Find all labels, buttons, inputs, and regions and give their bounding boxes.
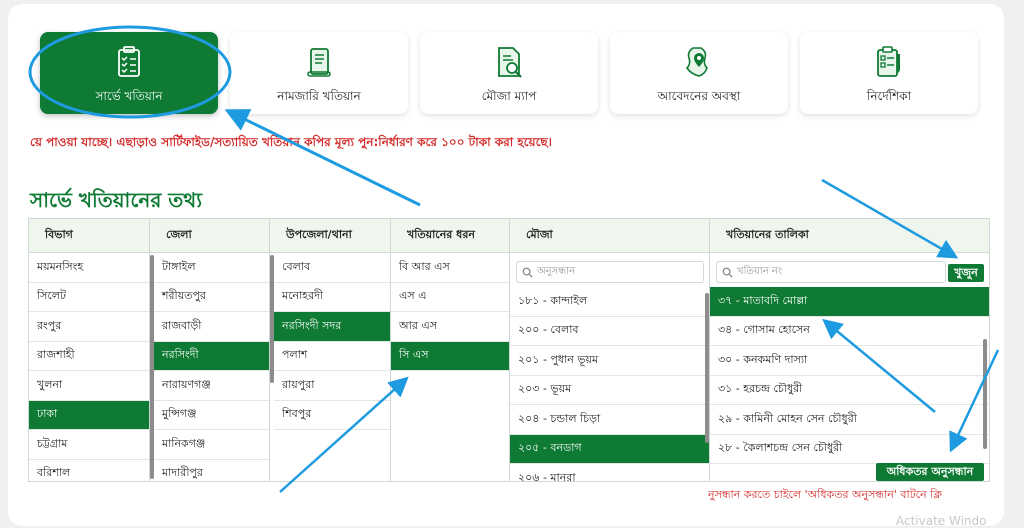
division-item[interactable]: রাজশাহী <box>29 342 149 371</box>
document-search-icon <box>498 47 522 78</box>
advanced-search-button[interactable]: অধিকতর অনুসন্ধান <box>876 463 984 481</box>
page: সার্ভে খতিয়ান নামজারি খতিয়ান মৌজা ম্যা… <box>8 4 1004 526</box>
header-khatian-list: খতিয়ানের তালিকা <box>710 219 989 253</box>
upazila-item[interactable]: নরসিংদী সদর <box>274 312 390 342</box>
upazila-item[interactable]: মনোহরদী <box>274 283 390 312</box>
footer-note: নুসন্ধান করতে চাইলে 'অধিকতর অনুসন্ধান' ব… <box>708 488 942 501</box>
khatian-selector-grid: বিভাগ জেলা উপজেলা/থানা খতিয়ানের ধরন মৌজ… <box>28 218 990 482</box>
mouza-item[interactable]: ২০৪ - চন্ডাল চিড়া <box>510 405 709 435</box>
header-upazila: উপজেলা/থানা <box>270 219 391 253</box>
nav-card-application-status[interactable]: আবেদনের অবস্থা <box>610 32 788 114</box>
khatian-type-item[interactable]: বি আর এস <box>391 253 509 283</box>
khatian-list: ৩৭ - মাতাবদি মোল্লা ৩৪ - গোসাম হোসেন ৩০ - … <box>710 253 989 481</box>
district-scrollbar[interactable] <box>150 255 154 479</box>
khatian-item[interactable]: ৩৪ - গোসাম হোসেন <box>710 317 989 346</box>
mouza-item[interactable]: ২০০ - বেলাব <box>510 317 709 346</box>
upazila-item[interactable]: বেলাব <box>274 253 390 283</box>
division-item[interactable]: ঢাকা <box>29 400 149 430</box>
scroll-icon <box>307 48 331 77</box>
mouza-item[interactable]: ১৮১ - কান্দাইল <box>510 287 709 317</box>
nav-card-guideline[interactable]: নির্দেশিকা <box>800 32 978 114</box>
khatian-item[interactable]: ৩৭ - মাতাবদি মোল্লা <box>710 287 989 317</box>
district-item[interactable]: মানিকগঞ্জ <box>154 430 269 460</box>
division-item[interactable]: খুলনা <box>29 371 149 401</box>
nav-label: মৌজা ম্যাপ <box>481 89 537 103</box>
upazila-item[interactable]: পলাশ <box>274 342 390 371</box>
header-mouza: মৌজা <box>510 219 710 253</box>
notice-text: য়ে পাওয়া যাচ্ছে। এছাড়াও সার্টিফাইড/সত… <box>30 135 552 149</box>
checklist-icon <box>877 46 900 77</box>
khatian-type-item[interactable]: এস এ <box>391 283 509 312</box>
mouza-item[interactable]: ২০৬ - মানুরা <box>510 464 709 481</box>
khatian-type-list: বি আর এস এস এ আর এস সি এস <box>391 253 510 481</box>
search-icon <box>722 267 733 278</box>
upazila-scrollbar[interactable] <box>270 255 274 383</box>
clipboard-list-icon <box>118 46 140 77</box>
division-item[interactable]: সিলেট <box>29 283 149 312</box>
mouza-scrollbar[interactable] <box>705 293 709 443</box>
khatian-type-item[interactable]: সি এস <box>391 341 509 371</box>
mouza-list: ১৮১ - কান্দাইল ২০০ - বেলাব ২০১ - পুধান ভূয… <box>510 253 710 481</box>
mouza-search-input[interactable]: অনুসন্ধান <box>516 261 704 283</box>
nav-label: নির্দেশিকা <box>866 89 912 103</box>
nav-label: আবেদনের অবস্থা <box>657 89 741 103</box>
khatian-item[interactable]: ৩১ - হরচন্দ্র চৌধুরী <box>710 376 989 405</box>
district-item[interactable]: টাঙ্গাইল <box>154 253 269 283</box>
khatian-search-input[interactable]: খতিয়ান নং <box>716 261 946 283</box>
search-icon <box>522 267 533 278</box>
division-item[interactable]: চট্টগ্রাম <box>29 430 149 460</box>
map-pin-icon <box>685 47 708 77</box>
division-list: ময়মনসিংহ সিলেট রংপুর রাজশাহী খুলনা ঢাকা চট্টগ… <box>29 253 150 481</box>
upazila-item[interactable]: রায়পুরা <box>274 371 390 401</box>
header-division: বিভাগ <box>29 219 150 253</box>
nav-card-mouza-map[interactable]: মৌজা ম্যাপ <box>420 32 598 114</box>
khatian-type-item[interactable]: আর এস <box>391 312 509 342</box>
district-item[interactable]: নারায়ণগঞ্জ <box>154 371 269 401</box>
khatian-item[interactable]: ২৯ - কামিনী মোহন সেন চৌধুরী <box>710 405 989 435</box>
mouza-item[interactable]: ২০৩ - ভূয়ম <box>510 376 709 405</box>
nav-card-survey-khatian[interactable]: সার্ভে খতিয়ান <box>40 32 218 114</box>
khatian-scrollbar[interactable] <box>983 339 987 449</box>
section-title: সার্ভে খতিয়ানের তথ্য <box>30 188 203 212</box>
district-item[interactable]: রাজবাড়ী <box>154 312 269 342</box>
nav-label: সার্ভে খতিয়ান <box>95 89 163 103</box>
district-item[interactable]: শরীয়তপুর <box>154 283 269 312</box>
district-item[interactable]: মাদারীপুর <box>154 460 269 482</box>
mouza-search-placeholder: অনুসন্ধান <box>537 265 576 277</box>
mouza-item[interactable]: ২০১ - পুধান ভূয়ম <box>510 346 709 376</box>
upazila-item[interactable]: শিবপুর <box>274 401 390 430</box>
khatian-item[interactable]: ২৮ - কৈলাশচন্দ্র সেন চৌধুরী <box>710 435 989 464</box>
service-nav: সার্ভে খতিয়ান নামজারি খতিয়ান মৌজা ম্যা… <box>40 32 978 114</box>
header-khatian-type: খতিয়ানের ধরন <box>391 219 510 253</box>
mouza-item[interactable]: ২০৫ - বনডাগ <box>510 434 709 464</box>
khatian-search-placeholder: খতিয়ান নং <box>737 265 783 277</box>
khatian-item[interactable]: ৩০ - কনকমণি দাস্যা <box>710 346 989 376</box>
division-item[interactable]: রংপুর <box>29 312 149 342</box>
upazila-list: বেলাব মনোহরদী নরসিংদী সদর পলাশ রায়পুরা শিবপু… <box>270 253 391 481</box>
nav-label: নামজারি খতিয়ান <box>277 89 361 103</box>
division-item[interactable]: বরিশাল <box>29 460 149 482</box>
header-district: জেলা <box>150 219 270 253</box>
search-button[interactable]: খুজুন <box>948 264 984 282</box>
nav-card-namjari-khatian[interactable]: নামজারি খতিয়ান <box>230 32 408 114</box>
district-item[interactable]: মুন্সিগঞ্জ <box>154 401 269 430</box>
division-item[interactable]: ময়মনসিংহ <box>29 253 149 283</box>
district-list: টাঙ্গাইল শরীয়তপুর রাজবাড়ী নরসিংদী নারায়ণগ… <box>150 253 270 481</box>
district-item[interactable]: নরসিংদী <box>154 341 269 371</box>
